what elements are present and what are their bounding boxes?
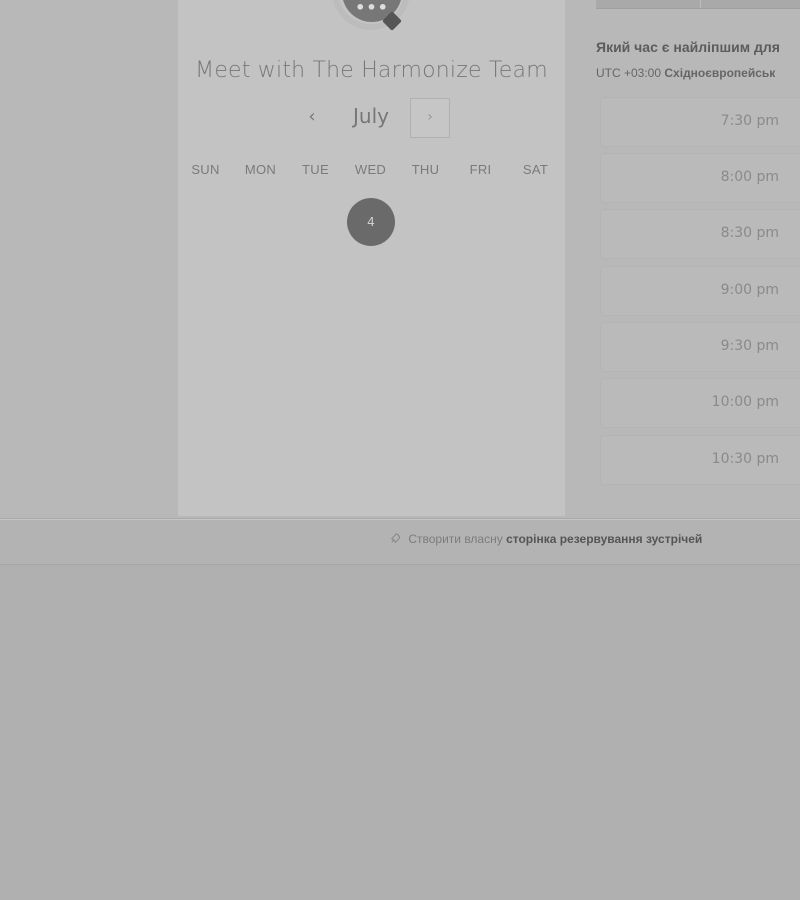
available-day-button[interactable]: 4 [347, 198, 395, 246]
link-prefix: Створити власну [408, 532, 503, 546]
timezone-name: Східноєвропейськ [664, 66, 776, 80]
weekday-wed: WED [354, 162, 387, 177]
timezone-selector[interactable]: UTC +03:00 Східноєвропейськ [596, 66, 775, 80]
date-tabs [596, 0, 800, 9]
time-slot-label: 7:30 pm [720, 113, 779, 129]
time-slot-label: 9:30 pm [720, 338, 779, 354]
weekday-thu: THU [411, 162, 440, 177]
next-month-button[interactable]: › [410, 98, 450, 138]
time-slot[interactable]: 8:00 pm [600, 153, 800, 203]
time-slot[interactable]: 10:30 pm [600, 435, 800, 485]
month-navigation: ‹ July › [178, 98, 565, 138]
time-slot[interactable]: 9:30 pm [600, 322, 800, 372]
time-slot[interactable]: 10:00 pm [600, 378, 800, 428]
time-slot[interactable]: 8:30 pm [600, 209, 800, 259]
time-slot-label: 8:30 pm [720, 225, 779, 241]
previous-month-button[interactable]: ‹ [302, 106, 322, 128]
link-strong: сторінка резервування зустрічей [506, 532, 703, 546]
time-question: Який час є найліпшим для [596, 39, 780, 55]
time-slot[interactable]: 7:30 pm [600, 97, 800, 147]
rocket-icon [390, 532, 404, 546]
time-slot-label: 9:00 pm [720, 282, 779, 298]
weekday-mon: MON [244, 162, 277, 177]
month-label: July [353, 104, 389, 128]
time-slot[interactable]: 9:00 pm [600, 266, 800, 316]
timezone-offset: UTC +03:00 [596, 66, 662, 80]
weekday-tue: TUE [302, 162, 329, 177]
time-slot-label: 8:00 pm [720, 169, 779, 185]
page-title: Meet with The Harmonize Team [195, 58, 548, 83]
tab-divider [700, 0, 701, 8]
weekday-header: SUN MON TUE WED THU FRI SAT [178, 162, 565, 182]
time-slot-label: 10:00 pm [711, 394, 779, 410]
create-booking-page-link[interactable]: Створити власну сторінка резервування зу… [390, 532, 702, 546]
weekday-fri: FRI [469, 162, 492, 177]
weekday-sun: SUN [191, 162, 220, 177]
weekday-sat: SAT [522, 162, 549, 177]
time-slot-label: 10:30 pm [711, 451, 779, 467]
